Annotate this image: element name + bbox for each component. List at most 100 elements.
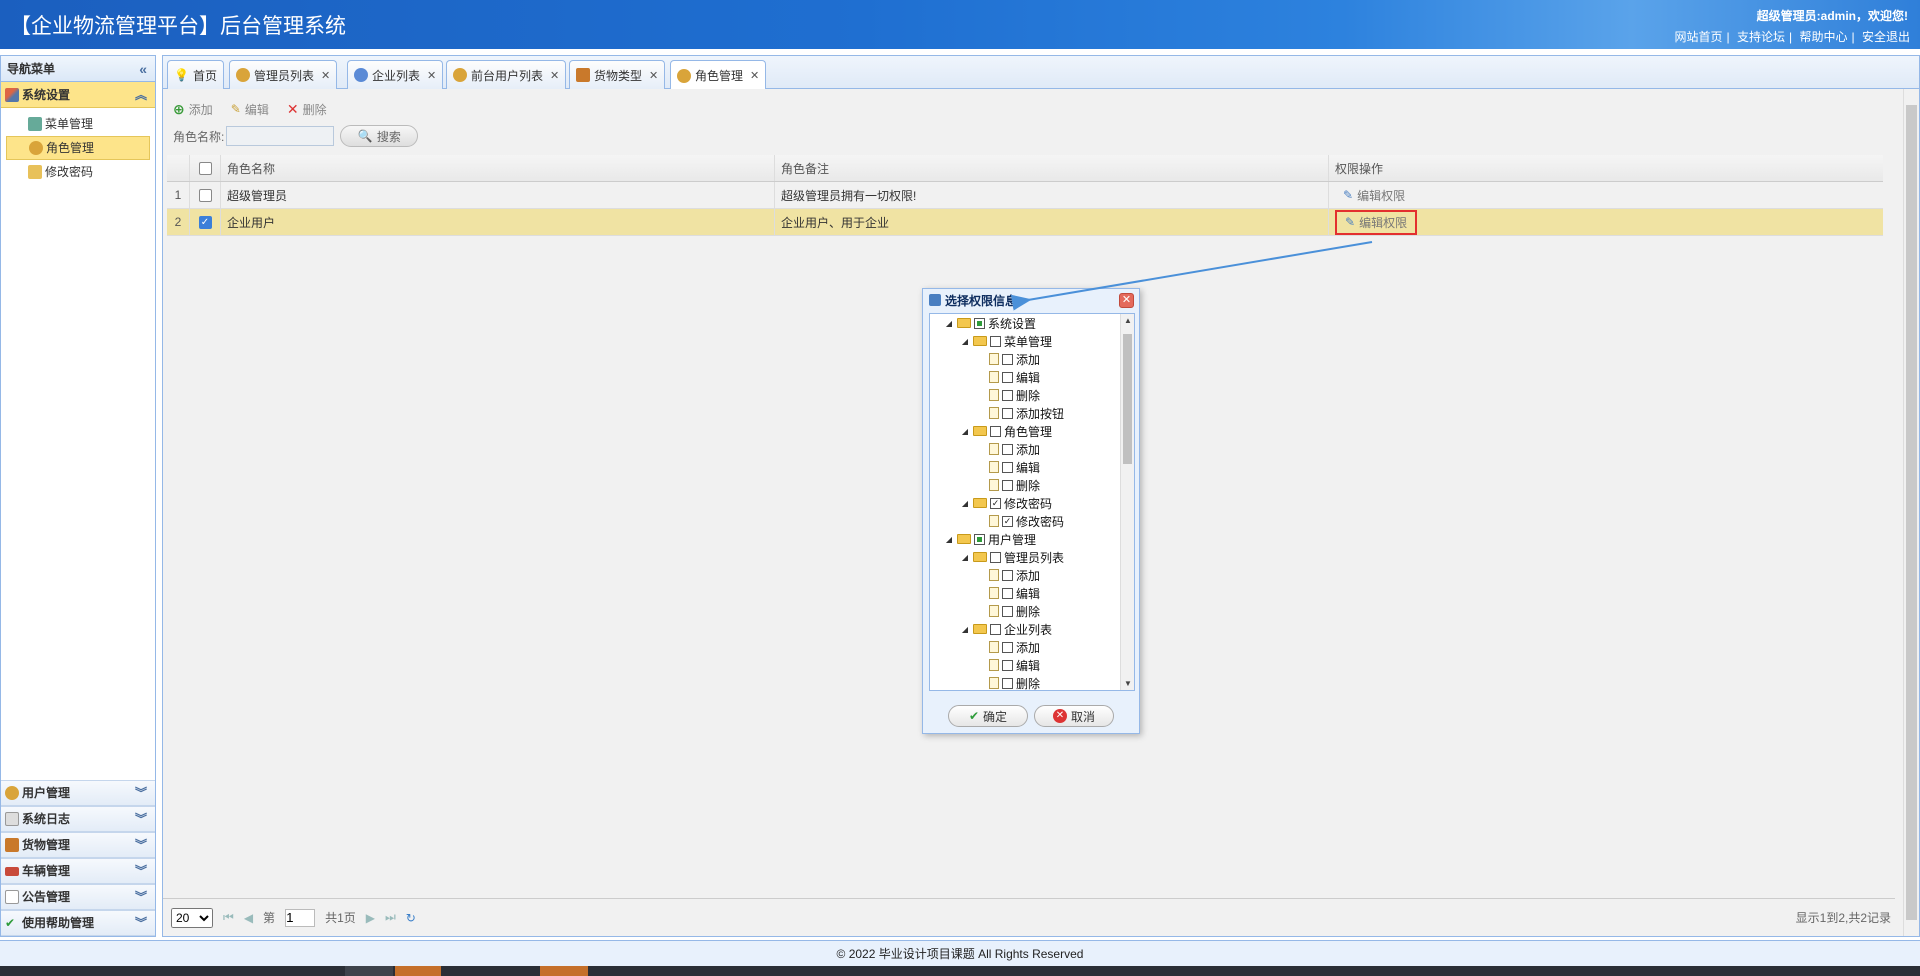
sidebar-item-menu[interactable]: 菜单管理 (6, 112, 150, 136)
add-button[interactable]: ⊕ 添加 (173, 101, 213, 118)
chevron-down-icon[interactable]: ︾ (135, 806, 147, 832)
row-checkbox[interactable]: ✓ (198, 215, 212, 229)
tree-checkbox[interactable] (1002, 443, 1013, 455)
link-home[interactable]: 网站首页 (1675, 30, 1723, 44)
tree-node[interactable]: ◢ 系统设置 (930, 314, 1122, 332)
tree-node[interactable]: ◢ 企业列表 (930, 620, 1122, 638)
role-name-input[interactable] (226, 126, 335, 146)
scroll-up-icon[interactable]: ▲ (1121, 316, 1134, 325)
edit-permission-link[interactable]: ✎ 编辑权限 (1335, 185, 1413, 206)
tree-checkbox[interactable]: ✓ (1002, 515, 1013, 527)
cancel-button[interactable]: ✕ 取消 (1034, 705, 1114, 727)
tree-checkbox[interactable] (990, 425, 1001, 437)
tree-scrollbar-thumb[interactable] (1123, 334, 1132, 464)
main-scrollbar[interactable] (1903, 89, 1919, 936)
chevron-down-icon[interactable]: ︾ (135, 910, 147, 936)
next-page-icon[interactable]: ▶ (366, 911, 375, 925)
expand-arrow-icon[interactable]: ◢ (944, 319, 954, 328)
chevron-down-icon[interactable]: ︾ (135, 884, 147, 910)
tree-node[interactable]: 删除 (930, 476, 1122, 494)
table-row[interactable]: 1 超级管理员 超级管理员拥有一切权限! ✎ 编辑权限 (167, 182, 1883, 209)
tree-node[interactable]: 删除 (930, 386, 1122, 404)
tree-node[interactable]: ◢ 管理员列表 (930, 548, 1122, 566)
acc-vehicle-management[interactable]: 车辆管理 ︾ (1, 858, 155, 884)
chevron-down-icon[interactable]: ︾ (135, 832, 147, 858)
scroll-down-icon[interactable]: ▼ (1121, 679, 1134, 688)
col-header-name[interactable]: 角色名称 (221, 155, 775, 181)
tree-checkbox[interactable] (1002, 371, 1013, 383)
first-page-icon[interactable]: ⏮ (223, 910, 234, 925)
tree-node[interactable]: 编辑 (930, 656, 1122, 674)
close-icon[interactable]: ✕ (550, 69, 559, 82)
link-forum[interactable]: 支持论坛 (1737, 30, 1785, 44)
expand-arrow-icon[interactable]: ◢ (960, 337, 970, 346)
tree-node[interactable]: ◢ 菜单管理 (930, 332, 1122, 350)
expand-arrow-icon[interactable]: ◢ (960, 553, 970, 562)
tree-node[interactable]: ◢ 角色管理 (930, 422, 1122, 440)
tree-node[interactable]: 删除 (930, 602, 1122, 620)
tree-checkbox[interactable] (1002, 407, 1013, 419)
last-page-icon[interactable]: ⏭ (385, 910, 396, 925)
acc-help-management[interactable]: ✔ 使用帮助管理 ︾ (1, 910, 155, 936)
row-checkbox[interactable] (198, 188, 212, 202)
tree-checkbox[interactable] (1002, 353, 1013, 365)
delete-button[interactable]: ✕ 删除 (287, 101, 327, 118)
tree-checkbox[interactable] (1002, 605, 1013, 617)
tree-node[interactable]: 编辑 (930, 458, 1122, 476)
tree-node[interactable]: ◢ ✓ 修改密码 (930, 494, 1122, 512)
tab-frontend-users[interactable]: 前台用户列表 ✕ (446, 60, 567, 89)
acc-system-log[interactable]: 系统日志 ︾ (1, 806, 155, 832)
acc-notice-management[interactable]: 公告管理 ︾ (1, 884, 155, 910)
tree-node[interactable]: 添加 (930, 350, 1122, 368)
tree-node[interactable]: 删除 (930, 674, 1122, 690)
acc-user-management[interactable]: 用户管理 ︾ (1, 780, 155, 806)
close-icon[interactable]: ✕ (427, 69, 436, 82)
expand-arrow-icon[interactable]: ◢ (944, 535, 954, 544)
scrollbar-thumb[interactable] (1906, 105, 1917, 920)
tree-checkbox[interactable]: ✓ (990, 497, 1001, 509)
select-all-checkbox[interactable] (198, 161, 212, 175)
tree-node[interactable]: 编辑 (930, 368, 1122, 386)
close-icon[interactable]: ✕ (750, 69, 759, 82)
tree-checkbox[interactable] (1002, 677, 1013, 689)
tree-node[interactable]: 编辑 (930, 584, 1122, 602)
tree-checkbox[interactable] (974, 317, 985, 329)
tab-role-management[interactable]: 角色管理 ✕ (670, 60, 767, 90)
tree-checkbox[interactable] (974, 533, 985, 545)
prev-page-icon[interactable]: ◀ (244, 911, 253, 925)
tree-node[interactable]: ✓ 修改密码 (930, 512, 1122, 530)
tree-node[interactable]: 添加 (930, 638, 1122, 656)
search-button[interactable]: 🔍 搜索 (340, 125, 419, 147)
link-help[interactable]: 帮助中心 (1800, 30, 1848, 44)
acc-system-settings[interactable]: 系统设置 ︽ (1, 82, 155, 108)
tree-node[interactable]: 添加按钮 (930, 404, 1122, 422)
tree-checkbox[interactable] (1002, 587, 1013, 599)
expand-arrow-icon[interactable]: ◢ (960, 499, 970, 508)
tab-company-list[interactable]: 企业列表 ✕ (347, 60, 444, 89)
tree-checkbox[interactable] (1002, 641, 1013, 653)
tree-checkbox[interactable] (1002, 659, 1013, 671)
tree-node[interactable]: ◢ 用户管理 (930, 530, 1122, 548)
tree-checkbox[interactable] (1002, 479, 1013, 491)
page-size-select[interactable]: 20 (171, 907, 213, 928)
tab-home[interactable]: 💡 首页 (167, 60, 224, 89)
sidebar-item-roles[interactable]: 角色管理 (6, 136, 150, 160)
link-logout[interactable]: 安全退出 (1862, 30, 1910, 44)
taskbar-item[interactable] (540, 966, 588, 976)
tree-checkbox[interactable] (990, 623, 1001, 635)
dialog-close-icon[interactable]: ✕ (1119, 293, 1134, 308)
tree-checkbox[interactable] (990, 335, 1001, 347)
expand-arrow-icon[interactable]: ◢ (960, 427, 970, 436)
col-header-remark[interactable]: 角色备注 (775, 155, 1329, 181)
close-icon[interactable]: ✕ (321, 69, 330, 82)
taskbar-item[interactable] (395, 966, 441, 976)
ok-button[interactable]: ✔ 确定 (948, 705, 1028, 727)
collapse-sidebar-icon[interactable]: « (139, 56, 147, 82)
chevron-down-icon[interactable]: ︾ (135, 858, 147, 884)
expand-arrow-icon[interactable]: ◢ (960, 625, 970, 634)
tree-scrollbar[interactable]: ▲ ▼ (1120, 314, 1134, 690)
tree-node[interactable]: 添加 (930, 440, 1122, 458)
tree-checkbox[interactable] (990, 551, 1001, 563)
tree-checkbox[interactable] (1002, 569, 1013, 581)
acc-goods-management[interactable]: 货物管理 ︾ (1, 832, 155, 858)
